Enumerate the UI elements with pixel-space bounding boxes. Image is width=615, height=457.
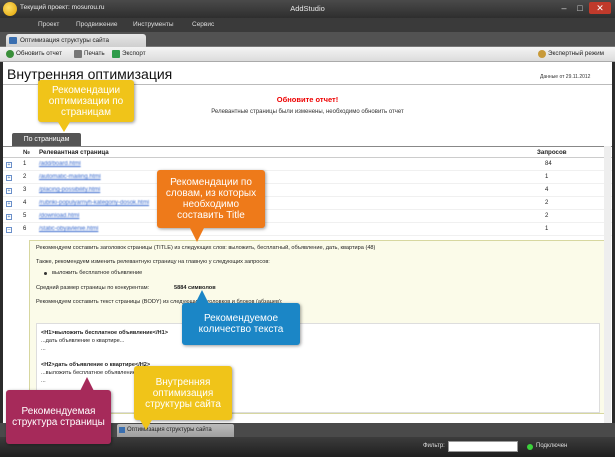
expand-icon[interactable]: + (6, 175, 12, 181)
row-num: 5 (23, 213, 27, 219)
structure-icon (9, 37, 17, 44)
query-count: 84 (545, 161, 552, 167)
ellipsis: ... (41, 378, 46, 384)
menu-service[interactable]: Сервис (192, 21, 214, 28)
callout-text-amount: Рекомендуемое количество текста (182, 303, 300, 345)
callout-tail (190, 228, 204, 242)
callout-pages: Рекомендации оптимизации по страницам (38, 80, 134, 122)
query-count: 2 (545, 213, 549, 219)
menu-tools[interactable]: Инструменты (133, 21, 174, 28)
callout-tail (80, 377, 94, 391)
page-link[interactable]: /automatic-mailing.html (39, 174, 101, 180)
bottom-tab-structure-optimization[interactable]: Оптимизация структуры сайта (117, 424, 234, 437)
col-num: № (23, 149, 30, 156)
tab-label: Оптимизация структуры сайта (20, 37, 109, 44)
menu-project[interactable]: Проект (38, 21, 59, 28)
col-queries[interactable]: Запросов (537, 149, 567, 156)
h1-heading: <H1>выложить бесплатное объявление</H1> (41, 330, 168, 336)
data-date: Данные от 29.11.2012 (540, 74, 591, 80)
callout-tail (195, 290, 209, 304)
export-button[interactable]: Экспорт (112, 50, 146, 58)
export-icon (112, 50, 120, 58)
app-title: AddStudio (290, 4, 325, 13)
query-count: 4 (545, 187, 549, 193)
callout-tail (58, 122, 70, 132)
page-structure-box: <H1>выложить бесплатное объявление</H1> … (36, 323, 600, 413)
query-count: 2 (545, 200, 549, 206)
table-row[interactable]: + 1 /add/board.html 84 (3, 159, 612, 171)
menu-bar: Проект Продвижение Инструменты Сервис (0, 18, 615, 32)
query-item: выложить бесплатное объявление (52, 270, 143, 276)
filter-input[interactable] (448, 441, 518, 452)
structure-icon (119, 427, 125, 433)
change-relevant-text: Также, рекомендуем изменить релевантную … (36, 259, 270, 265)
avg-size-label: Средний размер страницы по конкурентам: (36, 285, 150, 291)
callout-title-words: Рекомендации по словам, из которых необх… (157, 170, 265, 228)
menu-promotion[interactable]: Продвижение (76, 21, 117, 28)
filter-label: Фильтр: (423, 443, 445, 449)
tab-structure-optimization[interactable]: Оптимизация структуры сайта (6, 34, 146, 47)
expert-mode-label: Экспертный режим (548, 50, 604, 57)
h2-text: ...выложить бесплатное объявление... (41, 370, 141, 376)
h1-text: ...дать объявление о квартире... (41, 338, 125, 344)
refresh-label: Обновить отчет (16, 50, 62, 57)
recommendation-panel: Рекомендуем составить заголовок страницы… (29, 240, 607, 414)
expert-mode-toggle[interactable]: Экспертный режим (538, 50, 604, 58)
minimize-icon[interactable]: – (557, 2, 571, 14)
bullet-icon (44, 272, 47, 275)
printer-icon (74, 50, 82, 58)
vertical-scrollbar[interactable] (604, 146, 611, 431)
row-num: 4 (23, 200, 27, 206)
tab-by-pages[interactable]: По страницам (12, 133, 81, 146)
expand-icon[interactable]: + (6, 214, 12, 220)
ellipsis: ... (41, 346, 46, 352)
print-button[interactable]: Печать (74, 50, 105, 58)
page-link[interactable]: /placing-possibility.html (39, 187, 100, 193)
table-row[interactable]: + 2 /automatic-mailing.html 1 (3, 172, 612, 184)
expand-icon[interactable]: + (6, 162, 12, 168)
expand-icon[interactable]: + (6, 201, 12, 207)
table-row[interactable]: + 4 /rubriki-populyarnyh-kategoriy-dosok… (3, 198, 612, 210)
print-label: Печать (84, 50, 105, 57)
collapse-icon[interactable]: – (6, 227, 12, 233)
connected-icon (527, 444, 533, 450)
toolbar: Обновить отчет Печать Экспорт Экспертный… (0, 47, 615, 62)
table-row[interactable]: + 3 /placing-possibility.html 4 (3, 185, 612, 197)
table-header: № Релевантная страница Запросов (3, 146, 612, 158)
document-tab-strip: Оптимизация структуры сайта (0, 32, 615, 47)
refresh-report-button[interactable]: Обновить отчет (6, 50, 62, 58)
page-link[interactable]: /rubriki-populyarnyh-kategoriy-dosok.htm… (39, 200, 149, 206)
table-row[interactable]: – 6 /static-obyavlenie.html 1 (3, 224, 612, 236)
col-page[interactable]: Релевантная страница (39, 149, 109, 156)
maximize-icon[interactable]: □ (573, 2, 587, 14)
callout-internal: Внутренняя оптимизация структуры сайта (134, 366, 232, 420)
page-link[interactable]: /add/board.html (39, 161, 81, 167)
row-num: 1 (23, 161, 27, 167)
query-count: 1 (545, 226, 549, 232)
row-num: 3 (23, 187, 27, 193)
refresh-icon (6, 50, 14, 58)
page-link[interactable]: /static-obyavlenie.html (39, 226, 98, 232)
title-bar: Текущий проект: mosurou.ru AddStudio – □… (0, 0, 615, 18)
title-recommendation: Рекомендуем составить заголовок страницы… (36, 245, 376, 251)
row-num: 6 (23, 226, 27, 232)
row-num: 2 (23, 174, 27, 180)
close-icon[interactable]: ✕ (589, 2, 611, 14)
table-row[interactable]: + 5 /download.html 2 (3, 211, 612, 223)
expert-user-icon (538, 50, 546, 58)
export-label: Экспорт (122, 50, 146, 57)
connection-status: Подключен (536, 443, 568, 449)
query-count: 1 (545, 174, 549, 180)
callout-structure: Рекомендуемая структура страницы (6, 390, 111, 444)
callout-tail (140, 420, 152, 430)
expand-icon[interactable]: + (6, 188, 12, 194)
page-link[interactable]: /download.html (39, 213, 79, 219)
